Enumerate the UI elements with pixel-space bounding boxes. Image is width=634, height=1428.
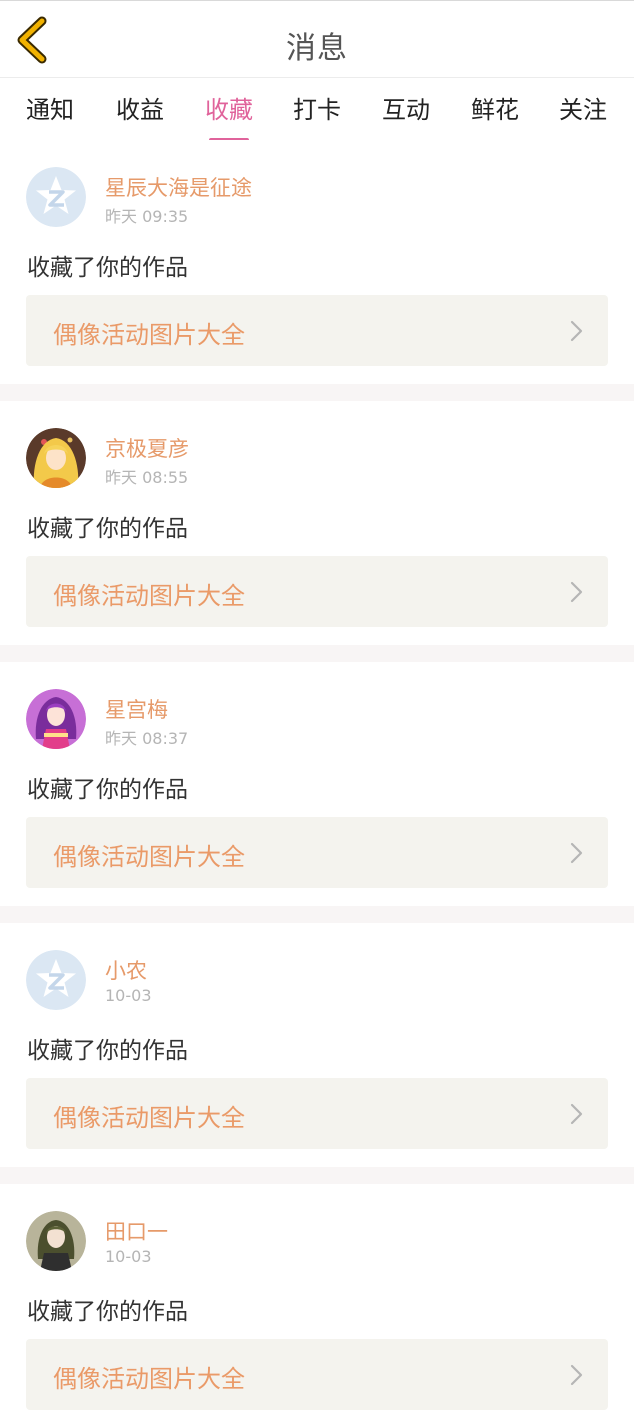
list-item: 小农 10-03 收藏了你的作品 偶像活动图片大全 bbox=[0, 923, 634, 1167]
anime-girl-yellow-avatar-icon bbox=[26, 428, 86, 488]
list-item: 星辰大海是征途 昨天 09:35 收藏了你的作品 偶像活动图片大全 bbox=[0, 140, 634, 384]
timestamp: 10-03 bbox=[105, 1247, 152, 1266]
timestamp: 昨天 08:55 bbox=[105, 468, 189, 487]
username[interactable]: 田口一 bbox=[105, 1216, 168, 1246]
tab-flowers[interactable]: 鲜花 bbox=[460, 90, 530, 125]
avatar[interactable] bbox=[26, 1211, 86, 1271]
work-link[interactable]: 偶像活动图片大全 bbox=[26, 556, 608, 627]
divider bbox=[0, 1167, 634, 1184]
chevron-right-icon bbox=[570, 581, 583, 603]
divider bbox=[0, 645, 634, 662]
work-title: 偶像活动图片大全 bbox=[53, 582, 245, 610]
favorites-feed: 星辰大海是征途 昨天 09:35 收藏了你的作品 偶像活动图片大全 京极夏彦 昨… bbox=[0, 140, 634, 1428]
avatar[interactable] bbox=[26, 950, 86, 1010]
chevron-right-icon bbox=[570, 1103, 583, 1125]
chevron-right-icon bbox=[570, 1364, 583, 1386]
tab-favorites-label: 收藏 bbox=[205, 96, 253, 124]
avatar[interactable] bbox=[26, 689, 86, 749]
page-title: 消息 bbox=[286, 31, 348, 66]
work-title: 偶像活动图片大全 bbox=[53, 1104, 245, 1132]
action-text: 收藏了你的作品 bbox=[27, 255, 188, 281]
tab-checkin[interactable]: 打卡 bbox=[282, 90, 352, 125]
list-item: 星宫梅 昨天 08:37 收藏了你的作品 偶像活动图片大全 bbox=[0, 662, 634, 906]
action-text: 收藏了你的作品 bbox=[27, 777, 188, 803]
timestamp: 昨天 09:35 bbox=[105, 207, 189, 226]
action-text: 收藏了你的作品 bbox=[27, 516, 188, 542]
work-link[interactable]: 偶像活动图片大全 bbox=[26, 1078, 608, 1149]
chevron-right-icon bbox=[570, 320, 583, 342]
work-title: 偶像活动图片大全 bbox=[53, 321, 245, 349]
action-text: 收藏了你的作品 bbox=[27, 1299, 188, 1325]
divider bbox=[0, 906, 634, 923]
tab-interaction[interactable]: 互动 bbox=[371, 90, 441, 125]
username[interactable]: 小农 bbox=[105, 955, 147, 985]
top-bar: 消息 bbox=[0, 0, 634, 78]
username[interactable]: 星宫梅 bbox=[105, 694, 168, 724]
list-item: 田口一 10-03 收藏了你的作品 偶像活动图片大全 bbox=[0, 1184, 634, 1428]
username[interactable]: 星辰大海是征途 bbox=[105, 172, 252, 202]
anime-girl-purple-avatar-icon bbox=[26, 689, 86, 749]
work-title: 偶像活动图片大全 bbox=[53, 843, 245, 871]
list-item: 京极夏彦 昨天 08:55 收藏了你的作品 偶像活动图片大全 bbox=[0, 401, 634, 645]
username[interactable]: 京极夏彦 bbox=[105, 433, 189, 463]
tab-notifications[interactable]: 通知 bbox=[15, 90, 85, 125]
default-star-avatar-icon bbox=[26, 167, 86, 227]
avatar[interactable] bbox=[26, 428, 86, 488]
chevron-right-icon bbox=[570, 842, 583, 864]
tab-favorites[interactable]: 收藏 bbox=[194, 90, 264, 142]
timestamp: 昨天 08:37 bbox=[105, 729, 189, 748]
anime-girl-dark-avatar-icon bbox=[26, 1211, 86, 1271]
timestamp: 10-03 bbox=[105, 986, 152, 1005]
work-title: 偶像活动图片大全 bbox=[53, 1365, 245, 1393]
divider bbox=[0, 384, 634, 401]
tab-earnings[interactable]: 收益 bbox=[105, 90, 175, 125]
tab-bar: 通知 收益 收藏 打卡 互动 鲜花 关注 bbox=[0, 78, 634, 142]
tab-follow[interactable]: 关注 bbox=[548, 90, 618, 125]
work-link[interactable]: 偶像活动图片大全 bbox=[26, 1339, 608, 1410]
default-star-avatar-icon bbox=[26, 950, 86, 1010]
avatar[interactable] bbox=[26, 167, 86, 227]
action-text: 收藏了你的作品 bbox=[27, 1038, 188, 1064]
work-link[interactable]: 偶像活动图片大全 bbox=[26, 817, 608, 888]
work-link[interactable]: 偶像活动图片大全 bbox=[26, 295, 608, 366]
